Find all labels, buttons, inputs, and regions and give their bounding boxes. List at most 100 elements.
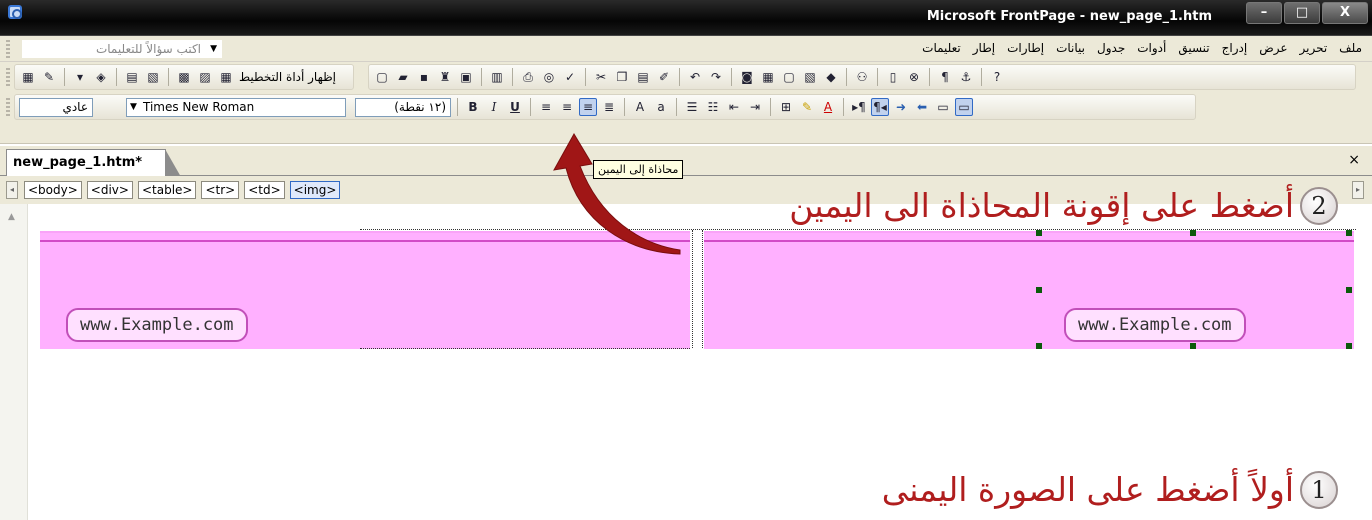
layout-table-icon[interactable]: ▩	[175, 68, 193, 86]
menu-table[interactable]: جدول	[1097, 41, 1125, 55]
help-icon[interactable]: ?	[988, 68, 1006, 86]
ask-question-input[interactable]: اكتب سؤالاً للتعليمات ▼	[22, 40, 222, 58]
insert-layer-icon[interactable]: ▢	[780, 68, 798, 86]
menu-data[interactable]: بيانات	[1056, 41, 1085, 55]
menu-grip-handle[interactable]	[6, 40, 10, 58]
align-left-icon[interactable]: ≡	[537, 98, 555, 116]
tag-td[interactable]: <td>	[244, 181, 285, 199]
scroll-left-icon[interactable]: ◂	[6, 181, 18, 199]
left-banner-image[interactable]: www.Example.com	[66, 308, 248, 342]
menu-insert[interactable]: إدراج	[1222, 41, 1248, 55]
ltr-icon[interactable]: ▸¶	[850, 98, 868, 116]
table-cell-right[interactable]	[704, 231, 1354, 349]
dropdown-arrow-icon[interactable]: ▼	[210, 41, 217, 57]
menu-file[interactable]: ملف	[1339, 41, 1362, 55]
maximize-button[interactable]: □	[1284, 2, 1320, 24]
align-center-icon[interactable]: ≡	[558, 98, 576, 116]
menu-help[interactable]: تعليمات	[922, 41, 961, 55]
tag-tr[interactable]: <tr>	[201, 181, 240, 199]
underline-icon[interactable]: U	[506, 98, 524, 116]
new-page-icon[interactable]: ▢	[373, 68, 391, 86]
page-icon[interactable]: ▭	[934, 98, 952, 116]
border-tool-icon[interactable]: ▦	[19, 68, 37, 86]
web-component-icon[interactable]: ▥	[488, 68, 506, 86]
tab-new-page[interactable]: new_page_1.htm*	[6, 149, 181, 177]
vertical-scrollbar[interactable]: ▲	[0, 204, 28, 520]
find-icon[interactable]: ♜	[436, 68, 454, 86]
tag-div[interactable]: <div>	[86, 181, 133, 199]
close-document-icon[interactable]: ×	[1348, 152, 1360, 168]
back-arrow-icon[interactable]: ⬅	[913, 98, 931, 116]
close-button[interactable]: X	[1322, 2, 1368, 24]
menu-edit[interactable]: تحرير	[1300, 41, 1328, 55]
menu-tools[interactable]: أدوات	[1137, 41, 1166, 55]
minimize-button[interactable]: –	[1246, 2, 1282, 24]
increase-font-icon[interactable]: A	[631, 98, 649, 116]
right-banner-image[interactable]: www.Example.com	[1064, 308, 1246, 342]
format-painter-icon[interactable]: ✐	[655, 68, 673, 86]
rtl-icon[interactable]: ¶◂	[871, 98, 889, 116]
scroll-right-icon[interactable]: ▸	[1352, 181, 1364, 199]
font-size-dropdown[interactable]: (١٢ نقطة)	[355, 97, 451, 117]
decrease-font-icon[interactable]: a	[652, 98, 670, 116]
font-dropdown[interactable]: ▼ Times New Roman	[126, 97, 346, 117]
tag-table[interactable]: <table>	[137, 181, 197, 199]
anchor-icon[interactable]: ⚓	[957, 68, 975, 86]
menu-frames[interactable]: إطارات	[1007, 41, 1044, 55]
stop-icon[interactable]: ⊗	[905, 68, 923, 86]
resize-handle[interactable]	[1346, 230, 1352, 236]
print-icon[interactable]: ⎙	[519, 68, 537, 86]
borders-icon[interactable]: ⊞	[777, 98, 795, 116]
page-selected-icon[interactable]: ▭	[955, 98, 973, 116]
italic-icon[interactable]: I	[485, 98, 503, 116]
edit-tool-icon[interactable]: ✎	[40, 68, 58, 86]
tag-img[interactable]: <img>	[289, 181, 341, 199]
increase-indent-icon[interactable]: ⇥	[746, 98, 764, 116]
resize-handle[interactable]	[1190, 343, 1196, 349]
resize-handle[interactable]	[1036, 230, 1042, 236]
show-all-icon[interactable]: ¶	[936, 68, 954, 86]
copy-icon[interactable]: ❐	[613, 68, 631, 86]
cell-edit-icon[interactable]: ▧	[144, 68, 162, 86]
undo-icon[interactable]: ↶	[686, 68, 704, 86]
style-dropdown[interactable]: عادي	[19, 97, 93, 117]
forward-arrow-icon[interactable]: ➜	[892, 98, 910, 116]
font-color-icon[interactable]: A	[819, 98, 837, 116]
hyperlink-icon[interactable]: ⚇	[853, 68, 871, 86]
drawing-icon[interactable]: ◆	[822, 68, 840, 86]
open-folder-icon[interactable]: ▰	[394, 68, 412, 86]
resize-handle[interactable]	[1190, 230, 1196, 236]
bullet-list-icon[interactable]: ☷	[704, 98, 722, 116]
numbered-list-icon[interactable]: ☰	[683, 98, 701, 116]
resize-handle[interactable]	[1346, 287, 1352, 293]
tag-body[interactable]: <body>	[24, 181, 82, 199]
highlight-icon[interactable]: ✎	[798, 98, 816, 116]
insert-web-component-icon[interactable]: ◙	[738, 68, 756, 86]
toolbar-grip-handle[interactable]	[6, 98, 10, 116]
insert-table-icon[interactable]: ▦	[759, 68, 777, 86]
align-right-icon[interactable]: ≡	[579, 98, 597, 116]
menu-format[interactable]: تنسيق	[1178, 41, 1209, 55]
menu-view[interactable]: عرض	[1259, 41, 1287, 55]
menu-frame[interactable]: إطار	[973, 41, 995, 55]
scroll-up-icon[interactable]: ▲	[8, 212, 15, 222]
spelling-icon[interactable]: ✓	[561, 68, 579, 86]
publish-icon[interactable]: ▣	[457, 68, 475, 86]
resize-handle[interactable]	[1036, 287, 1042, 293]
frontpage-app-icon[interactable]	[8, 5, 22, 19]
layout-cell-icon[interactable]: ▨	[196, 68, 214, 86]
toolbar-grip-handle[interactable]	[6, 68, 10, 86]
justify-icon[interactable]: ≣	[600, 98, 618, 116]
decrease-indent-icon[interactable]: ⇤	[725, 98, 743, 116]
cut-icon[interactable]: ✂	[592, 68, 610, 86]
bold-icon[interactable]: B	[464, 98, 482, 116]
insert-picture-icon[interactable]: ▧	[801, 68, 819, 86]
redo-icon[interactable]: ↷	[707, 68, 725, 86]
show-layout-tool-button[interactable]: إظهار أداة التخطيط ▦	[217, 68, 336, 86]
fill-color-icon[interactable]: ◈	[92, 68, 110, 86]
preview-icon[interactable]: ◎	[540, 68, 558, 86]
paint-bucket-icon[interactable]: ▾	[71, 68, 89, 86]
resize-handle[interactable]	[1036, 343, 1042, 349]
cell-properties-icon[interactable]: ▤	[123, 68, 141, 86]
paste-icon[interactable]: ▤	[634, 68, 652, 86]
